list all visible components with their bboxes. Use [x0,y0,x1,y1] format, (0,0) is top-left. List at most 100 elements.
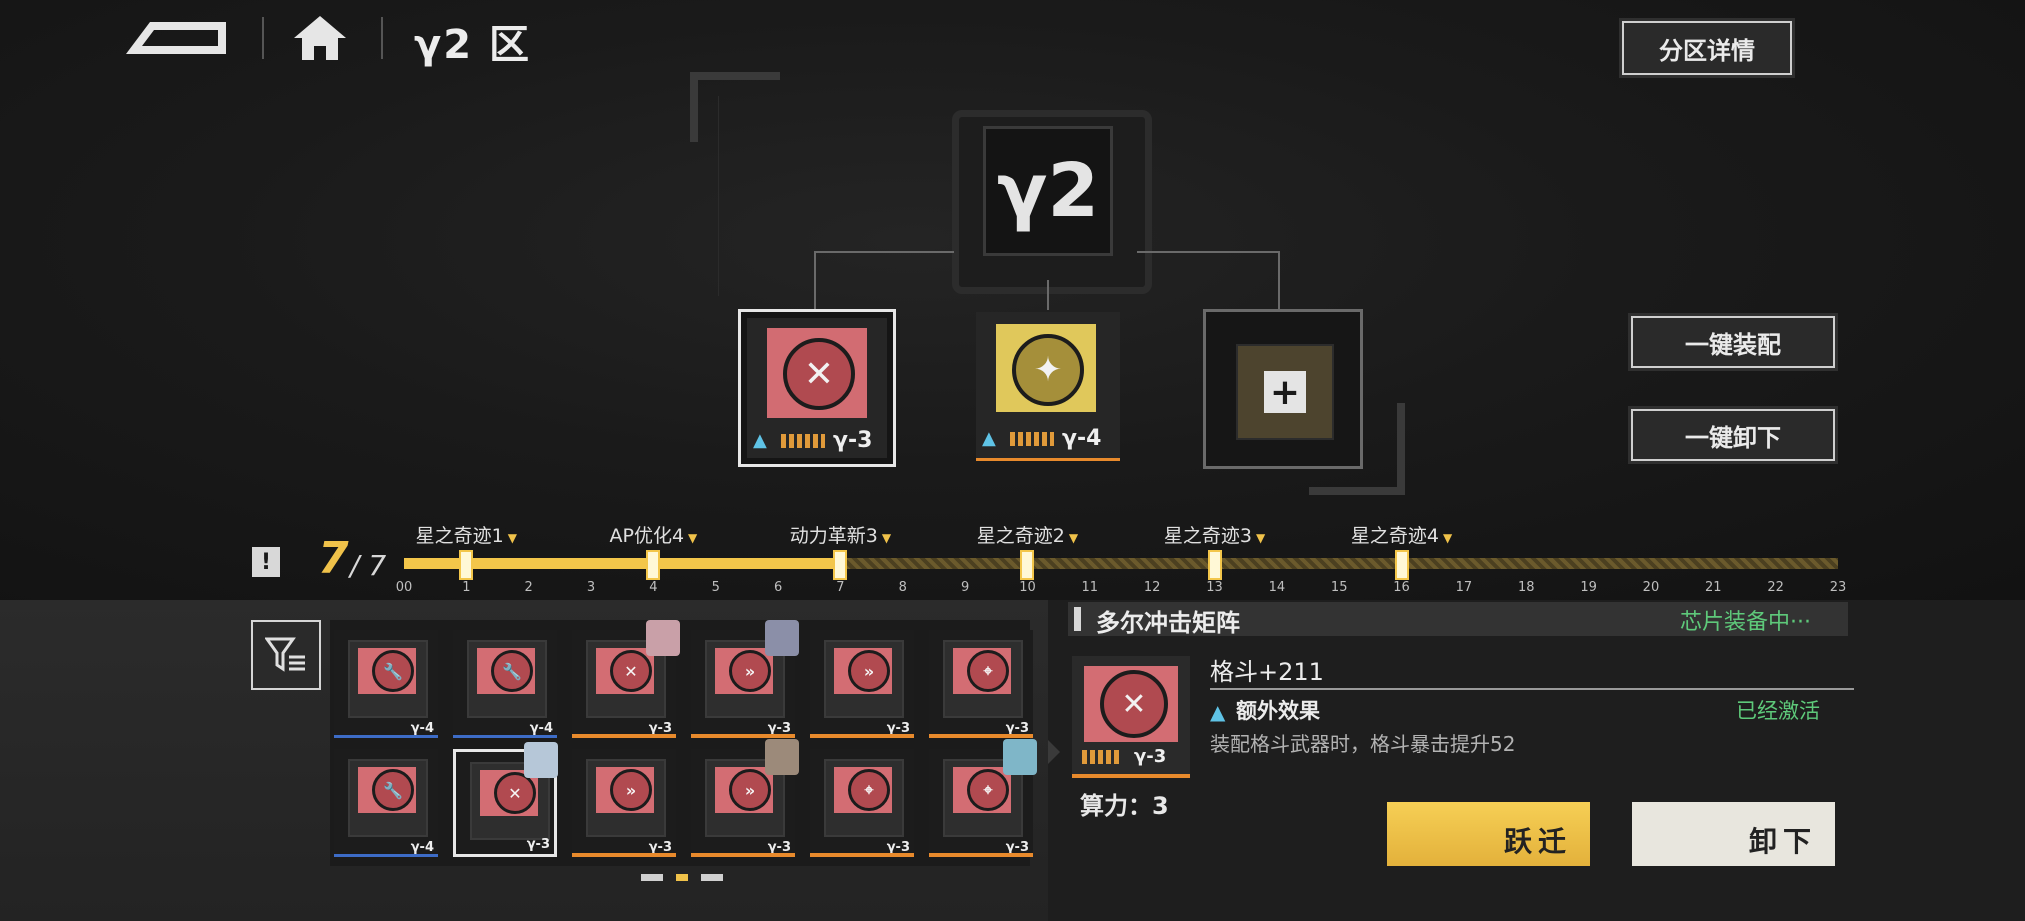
tick-label: 23 [1829,580,1847,595]
tick-label: 17 [1455,580,1473,595]
page-dot[interactable] [676,874,688,881]
chip-face: 🔧 [358,767,416,813]
page-dot[interactable] [701,874,723,881]
rarity-bar [810,853,914,857]
back-button[interactable] [124,16,230,60]
detail-chip-image: ✕ γ-3 [1072,656,1190,778]
chip-equip-status: 芯片装备中··· [1680,610,1811,635]
dropdown-triangle-icon: ▼ [1255,531,1266,545]
milestone-label[interactable]: AP优化4 ▼ [610,521,698,548]
transfer-button[interactable]: 跃迁 [1387,802,1590,866]
chip-slot-3-empty[interactable]: + [1203,309,1363,469]
milestone-marker[interactable] [459,550,474,580]
transfer-label: 跃迁 [1503,825,1572,858]
connector-line [814,251,816,311]
filter-icon [265,637,305,672]
milestone-marker[interactable] [646,550,661,580]
compute-max: / 7 [350,549,387,582]
inventory-chip-card[interactable]: 🔧 γ-4 [453,630,557,738]
wrench-icon: 🔧 [491,650,533,692]
rarity-bar [929,853,1033,857]
milestone-label[interactable]: 星之奇迹2 ▼ [977,521,1078,548]
inventory-chip-card[interactable]: » γ-3 [810,630,914,738]
tick-label: 7 [836,580,845,595]
chip-face: » [596,767,654,813]
rarity-bar [691,853,795,857]
inventory-chip-card[interactable]: » γ-3 [691,620,799,738]
milestone-label[interactable]: 动力革新3 ▼ [790,521,891,548]
milestone-marker[interactable] [833,550,848,580]
equipped-character-avatar [765,620,799,656]
home-button[interactable] [292,12,348,62]
inventory-chip-card[interactable]: ✕ γ-3 [572,620,680,738]
tick-label: 3 [586,580,596,595]
equipped-character-avatar [646,620,680,656]
inventory-chip-card[interactable]: ✕ γ-3 [453,742,558,857]
inventory-chip-card[interactable]: » γ-3 [572,749,676,857]
tick-label: 19 [1580,580,1597,595]
dropdown-triangle-icon: ▼ [1442,531,1453,545]
type-triangle-icon: ▲ [753,430,767,451]
connector-line [1137,251,1280,253]
unload-button[interactable]: 卸下 [1632,802,1835,866]
inventory-chip-card[interactable]: 🔧 γ-4 [334,630,438,738]
alert-icon[interactable]: ! [252,547,280,577]
inventory-chip-card[interactable]: ⌖ γ-3 [810,749,914,857]
wrench-icon: 🔧 [372,769,414,811]
chip-slot-1[interactable]: ✕ ▲ γ-3 [738,309,896,467]
blade-icon: ✕ [494,772,536,814]
milestone-marker[interactable] [1394,550,1409,580]
chip-face: » [715,648,773,694]
rarity-bar [929,734,1033,738]
milestone-marker[interactable] [1020,550,1035,580]
blade-icon: ✕ [610,650,652,692]
dash-icon: » [729,769,771,811]
chip-body: 🔧 [467,640,547,718]
equip-all-button[interactable]: 一键装配 [1631,316,1835,368]
chip-face: ✕ [596,648,654,694]
chip-body: 🔧 [348,640,428,718]
compute-cost: 算力：3 [1080,792,1169,820]
inventory-chip-card[interactable]: » γ-3 [691,739,799,857]
slot-chip: ✦ ▲ γ-4 [976,312,1120,458]
detail-panel-bg [1048,600,2025,921]
extra-effect-desc: 装配格斗武器时，格斗暴击提升52 [1210,732,1516,756]
tick-label: 11 [1081,580,1099,595]
extra-effect-label: 额外效果 [1236,699,1320,723]
unload-label: 卸下 [1748,825,1817,858]
pin-strip [1010,432,1054,446]
dash-icon: » [610,769,652,811]
chip-tier-label: γ-3 [526,837,550,852]
tick-label: 18 [1517,580,1535,595]
milestone-label[interactable]: 星之奇迹1 ▼ [416,521,517,548]
tick-label: 4 [649,580,658,595]
wrench-icon: 🔧 [372,650,414,692]
chip-face: » [715,767,773,813]
chip-slot-2[interactable]: ✦ ▲ γ-4 [976,312,1120,461]
tick-label: 13 [1206,580,1223,595]
core-emblem: γ2 [983,126,1113,256]
milestone-text: 动力革新3 [789,525,878,547]
milestone-label[interactable]: 星之奇迹3 ▼ [1164,521,1265,548]
tick-label: 00 [395,580,413,595]
milestone-marker[interactable] [1207,550,1222,580]
filter-button[interactable] [251,620,321,690]
inventory-chip-card[interactable]: 🔧 γ-4 [334,749,438,857]
extra-effect-status: 已经激活 [1736,699,1820,723]
inventory-chip-card[interactable]: ⌖ γ-3 [929,739,1037,857]
chip-face: ⌖ [953,767,1011,813]
page-dot[interactable] [641,874,663,881]
chip-stat: 格斗+211 [1210,658,1324,686]
zone-detail-button[interactable]: 分区详情 [1622,21,1792,75]
rarity-bar [572,853,676,857]
unequip-all-button[interactable]: 一键卸下 [1631,409,1835,461]
chip-face: 🔧 [358,648,416,694]
slot-tier-label: γ-4 [1062,426,1102,451]
compute-current: 7 [318,533,349,584]
background-top [0,0,2025,600]
equipped-character-avatar [524,742,558,778]
tick-label: 6 [773,580,783,595]
milestone-label[interactable]: 星之奇迹4 ▼ [1351,521,1452,548]
chip-face: 🔧 [477,648,535,694]
inventory-chip-card[interactable]: ⌖ γ-3 [929,630,1033,738]
